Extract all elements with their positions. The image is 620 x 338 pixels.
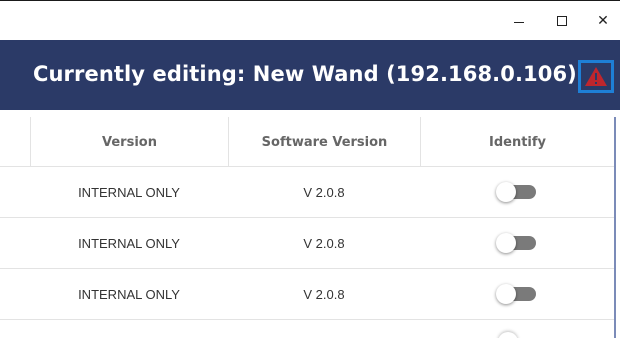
page-title: Currently editing: New Wand (192.168.0.1… <box>33 62 577 86</box>
identify-cell <box>420 269 614 319</box>
identify-toggle[interactable] <box>496 182 536 202</box>
toggle-knob[interactable] <box>498 332 518 338</box>
close-button[interactable]: ✕ <box>593 13 613 29</box>
app-window: ✕ Currently editing: New Wand (192.168.0… <box>0 0 620 338</box>
column-header-identify[interactable]: Identify <box>420 117 614 167</box>
warning-triangle-icon <box>585 67 607 86</box>
table-row: INTERNAL ONLY V 2.0.8 <box>0 269 614 320</box>
identify-toggle[interactable] <box>496 284 536 304</box>
window-titlebar: ✕ <box>0 0 620 40</box>
toggle-knob <box>496 284 516 304</box>
minimize-icon <box>514 21 524 23</box>
software-version-cell: V 2.0.8 <box>303 235 345 251</box>
table-row: INTERNAL ONLY V 2.0.8 <box>0 218 614 269</box>
maximize-button[interactable] <box>552 13 572 29</box>
close-icon: ✕ <box>597 13 609 29</box>
table-header-row: Version Software Version Identify <box>0 117 614 167</box>
version-cell: INTERNAL ONLY <box>78 286 180 302</box>
alert-button[interactable] <box>578 60 614 93</box>
software-version-cell: V 2.0.8 <box>303 286 345 302</box>
table-row-partial <box>0 320 614 338</box>
toggle-knob <box>496 182 516 202</box>
identify-cell <box>420 218 614 268</box>
table-row: INTERNAL ONLY V 2.0.8 <box>0 167 614 218</box>
software-version-cell: V 2.0.8 <box>303 184 345 200</box>
identify-cell <box>420 167 614 217</box>
toggle-knob <box>496 233 516 253</box>
identify-toggle[interactable] <box>496 233 536 253</box>
minimize-button[interactable] <box>509 13 529 29</box>
column-header-software-version[interactable]: Software Version <box>228 117 420 167</box>
maximize-icon <box>557 16 567 26</box>
table-border <box>614 117 616 338</box>
wand-table: Version Software Version Identify INTERN… <box>0 117 620 338</box>
version-cell: INTERNAL ONLY <box>78 235 180 251</box>
editing-header: Currently editing: New Wand (192.168.0.1… <box>0 40 620 110</box>
column-header-version[interactable]: Version <box>30 117 228 167</box>
version-cell: INTERNAL ONLY <box>78 184 180 200</box>
